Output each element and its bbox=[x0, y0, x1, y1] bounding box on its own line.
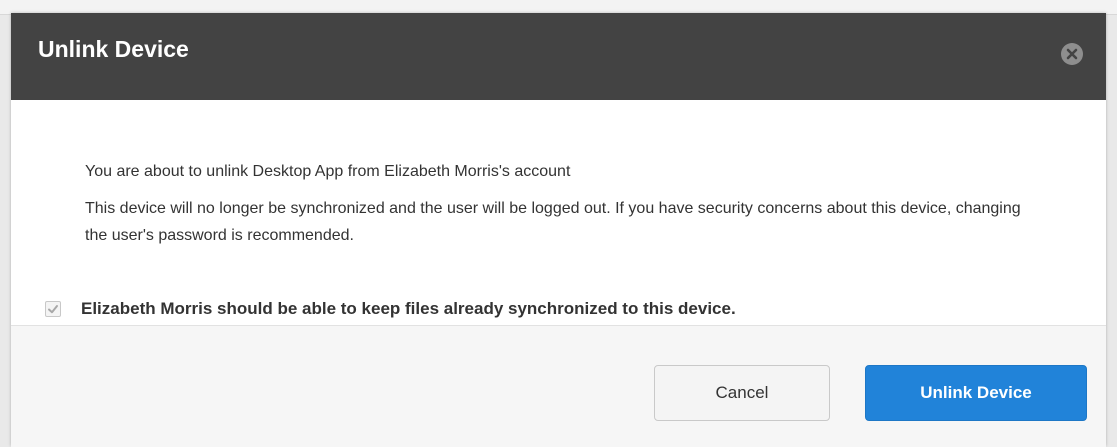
unlink-warning: This device will no longer be synchroniz… bbox=[85, 200, 1021, 244]
cancel-button[interactable]: Cancel bbox=[654, 365, 830, 421]
dialog-body: You are about to unlink Desktop App from… bbox=[11, 100, 1106, 325]
keep-files-option[interactable]: Elizabeth Morris should be able to keep … bbox=[45, 299, 736, 319]
keep-files-checkbox[interactable] bbox=[45, 301, 61, 317]
check-icon bbox=[48, 305, 58, 314]
keep-files-label: Elizabeth Morris should be able to keep … bbox=[81, 299, 736, 318]
dialog-title: Unlink Device bbox=[38, 36, 189, 62]
close-icon bbox=[1066, 48, 1078, 60]
unlink-device-dialog: Unlink Device You are about to unlink De… bbox=[11, 13, 1106, 447]
dialog-header: Unlink Device bbox=[11, 13, 1106, 100]
dialog-footer: Cancel Unlink Device bbox=[11, 325, 1106, 447]
unlink-message: You are about to unlink Desktop App from… bbox=[85, 163, 571, 180]
close-button[interactable] bbox=[1061, 43, 1083, 65]
unlink-device-button[interactable]: Unlink Device bbox=[865, 365, 1087, 421]
